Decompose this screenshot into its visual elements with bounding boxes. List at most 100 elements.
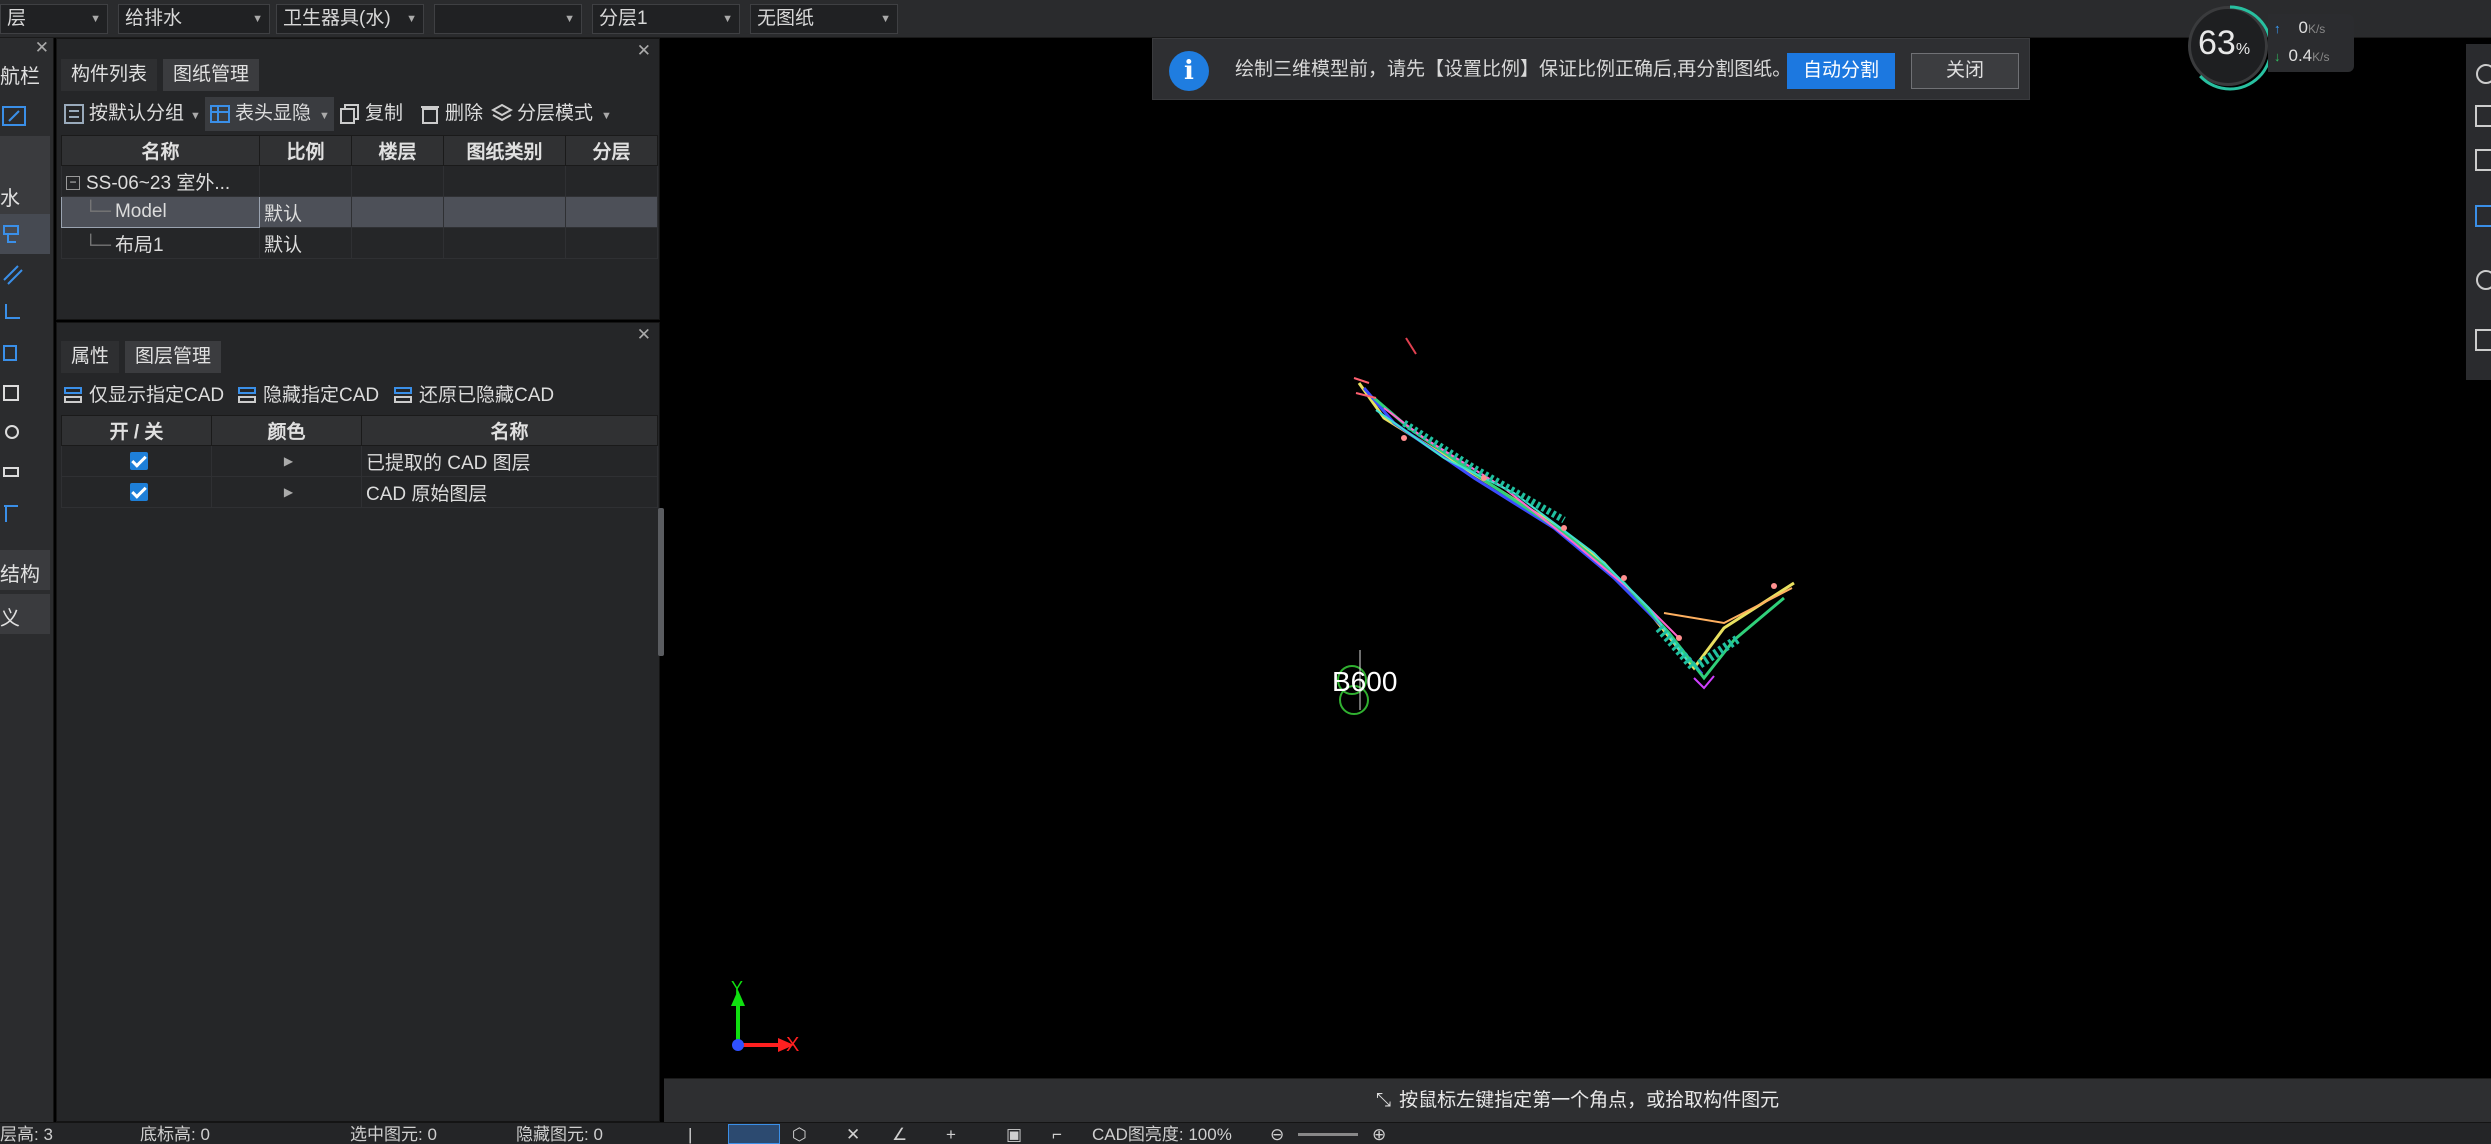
- table-cell[interactable]: 默认: [259, 196, 352, 228]
- nav-item-plumbing-fixture[interactable]: [0, 214, 50, 254]
- nav-item-custom[interactable]: 义: [0, 594, 50, 634]
- column-header[interactable]: 开 / 关: [61, 415, 212, 446]
- tab-properties[interactable]: 属性: [61, 341, 120, 373]
- table-row[interactable]: ▶ 已提取的 CAD 图层: [61, 445, 658, 477]
- table-cell[interactable]: [565, 227, 658, 259]
- snap-line-icon[interactable]: |: [688, 1124, 692, 1144]
- trash-icon: [421, 105, 439, 124]
- zoom-in-icon[interactable]: ⊕: [1372, 1124, 1386, 1144]
- column-header[interactable]: 名称: [361, 415, 658, 446]
- expand-arrow-icon[interactable]: ▶: [284, 454, 293, 468]
- group-by-default-button[interactable]: 按默认分组 ▼: [63, 97, 201, 131]
- table-cell[interactable]: 默认: [259, 227, 352, 259]
- copy-button[interactable]: 复制: [339, 97, 403, 131]
- table-cell[interactable]: [351, 196, 444, 228]
- nav-item-connector[interactable]: [0, 454, 50, 494]
- info-icon: i: [1169, 51, 1209, 91]
- collapse-icon[interactable]: −: [66, 176, 80, 191]
- show-only-cad-button[interactable]: 仅显示指定CAD: [63, 379, 224, 413]
- table-cell[interactable]: └─ Model: [61, 196, 260, 228]
- layer-dropdown[interactable]: 分层1 ▼: [592, 4, 740, 34]
- table-cell[interactable]: [443, 196, 566, 228]
- table-cell[interactable]: [61, 445, 212, 477]
- layer-toggle-icon[interactable]: ▣: [1006, 1124, 1022, 1144]
- tab-component-list[interactable]: 构件列表: [61, 59, 158, 91]
- table-cell[interactable]: [351, 165, 444, 197]
- view-cube-icon[interactable]: ⬡: [792, 1124, 807, 1144]
- table-row[interactable]: − SS-06~23 室外...: [61, 165, 658, 197]
- table-row[interactable]: └─ Model 默认: [61, 196, 658, 228]
- tab-drawing-management[interactable]: 图纸管理: [163, 59, 260, 91]
- auto-split-button[interactable]: 自动分割: [1787, 53, 1895, 89]
- accessory-icon: [3, 385, 19, 401]
- header-visibility-button[interactable]: 表头显隐 ▼: [205, 97, 334, 131]
- nav-item-equipment[interactable]: [0, 334, 50, 374]
- performance-widget[interactable]: 63% ↑ 0K/s ↓ 0.4K/s: [2184, 0, 2354, 91]
- close-notification-button[interactable]: 关闭: [1911, 53, 2019, 89]
- table-cell[interactable]: [443, 165, 566, 197]
- column-header[interactable]: 名称: [61, 135, 260, 166]
- nav-item-sprinkler[interactable]: [0, 414, 50, 454]
- brightness-slider[interactable]: [1298, 1133, 1358, 1136]
- download-speed: ↓ 0.4K/s: [2274, 46, 2329, 66]
- layer-show-icon: [64, 386, 82, 403]
- component-dropdown[interactable]: ▼: [434, 4, 582, 34]
- table-cell[interactable]: [61, 476, 212, 508]
- column-header[interactable]: 比例: [259, 135, 352, 166]
- close-icon[interactable]: ✕: [637, 325, 651, 345]
- component-type-dropdown[interactable]: 卫生器具(水) ▼: [276, 4, 424, 34]
- expand-arrow-icon[interactable]: ▶: [284, 485, 293, 499]
- tab-layer-management[interactable]: 图层管理: [125, 341, 222, 373]
- plus-icon[interactable]: +: [946, 1124, 956, 1144]
- table-cell[interactable]: ▶: [211, 445, 362, 477]
- table-cell[interactable]: [443, 227, 566, 259]
- table-row[interactable]: └─ 布局1 默认: [61, 227, 658, 259]
- command-hint-text: 按鼠标左键指定第一个角点，或拾取构件图元: [1399, 1090, 1780, 1111]
- select-mode-button[interactable]: [728, 1124, 780, 1144]
- cad-viewport[interactable]: B600 Y X: [664, 38, 2491, 1078]
- drawing-table: 名称 比例 楼层 图纸类别 分层 − SS-06~23 室外... └─ Model…: [61, 135, 658, 259]
- floor-dropdown[interactable]: 层 ▼: [0, 4, 108, 34]
- restore-hidden-cad-button[interactable]: 还原已隐藏CAD: [393, 379, 554, 413]
- layer-mode-button[interactable]: 分层模式 ▼: [490, 97, 612, 131]
- table-cell[interactable]: ▶: [211, 476, 362, 508]
- table-cell[interactable]: 已提取的 CAD 图层: [361, 445, 658, 477]
- column-header[interactable]: 颜色: [211, 415, 362, 446]
- close-icon[interactable]: ✕: [637, 41, 651, 61]
- angle-icon[interactable]: ∠: [892, 1124, 907, 1144]
- delete-button[interactable]: 删除: [419, 97, 483, 131]
- nav-item-water[interactable]: 水: [0, 174, 50, 214]
- table-cell[interactable]: CAD 原始图层: [361, 476, 658, 508]
- valve-icon: [5, 304, 20, 319]
- table-row[interactable]: ▶ CAD 原始图层: [61, 476, 658, 508]
- table-cell[interactable]: [565, 196, 658, 228]
- discipline-dropdown[interactable]: 给排水 ▼: [118, 4, 270, 34]
- nav-item-custom-line[interactable]: [0, 494, 50, 534]
- close-icon[interactable]: ✕: [35, 38, 49, 58]
- nav-item-valve[interactable]: [0, 294, 50, 334]
- group-by-default-label: 按默认分组: [89, 103, 185, 124]
- nav-item-accessory[interactable]: [0, 374, 50, 414]
- chevron-down-icon: ▼: [319, 110, 330, 122]
- column-header[interactable]: 分层: [565, 135, 658, 166]
- download-arrow-icon: ↓: [2274, 49, 2281, 64]
- layer-visibility-checkbox[interactable]: [129, 482, 148, 501]
- nav-item-blank[interactable]: [0, 136, 50, 176]
- ortho-icon[interactable]: ⌐: [1052, 1124, 1062, 1144]
- column-header[interactable]: 楼层: [351, 135, 444, 166]
- table-cell[interactable]: − SS-06~23 室外...: [61, 165, 260, 197]
- drawing-dropdown[interactable]: 无图纸 ▼: [750, 4, 898, 34]
- table-cell[interactable]: [351, 227, 444, 259]
- zoom-out-icon[interactable]: ⊖: [1270, 1124, 1284, 1144]
- table-cell[interactable]: [259, 165, 352, 197]
- column-header[interactable]: 图纸类别: [443, 135, 566, 166]
- table-cell[interactable]: └─ 布局1: [61, 227, 260, 259]
- cross-icon[interactable]: ✕: [846, 1124, 860, 1144]
- nav-item-pipe[interactable]: [0, 254, 50, 294]
- nav-edit-button[interactable]: [0, 98, 50, 138]
- drawing-label: B600: [1332, 666, 1398, 697]
- nav-item-structure[interactable]: 结构: [0, 550, 50, 590]
- hide-cad-button[interactable]: 隐藏指定CAD: [237, 379, 379, 413]
- layer-visibility-checkbox[interactable]: [129, 451, 148, 470]
- table-cell[interactable]: [565, 165, 658, 197]
